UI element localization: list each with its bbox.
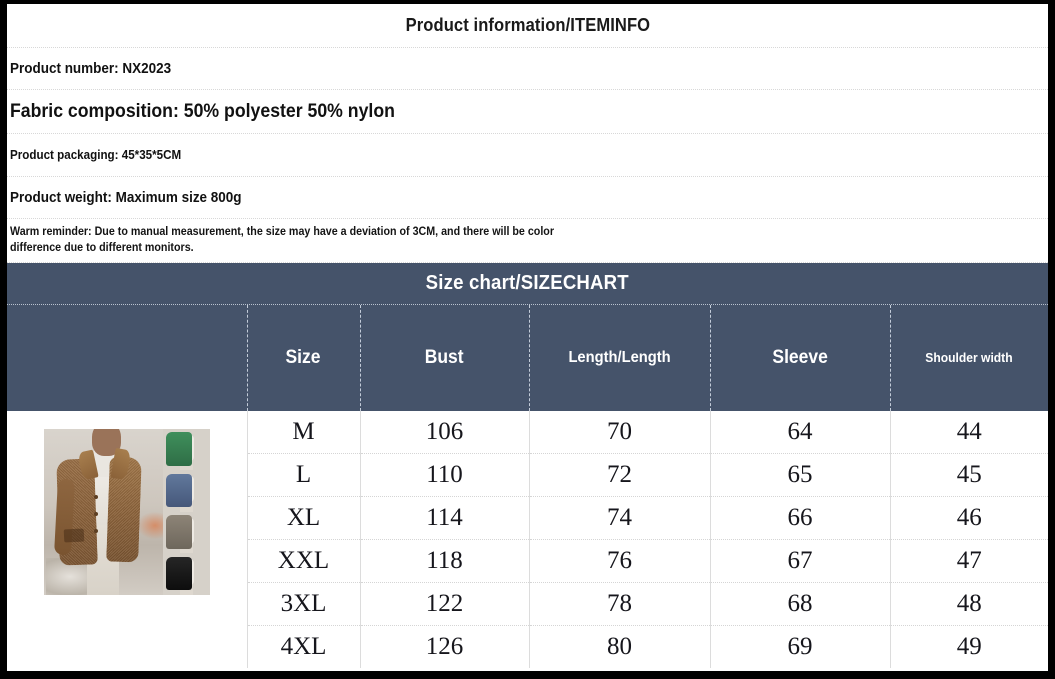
cell-size: 4XL — [247, 625, 361, 668]
cell-shoulder: 45 — [890, 453, 1048, 497]
photo-main-model — [44, 429, 164, 595]
cell-length: 72 — [529, 453, 711, 497]
model-jacket-button — [93, 528, 98, 533]
cell-sleeve: 68 — [710, 582, 891, 626]
color-variant-gray — [163, 512, 210, 554]
product-photo — [43, 429, 210, 595]
info-row-product-weight: Product weight: Maximum size 800g — [7, 177, 1048, 219]
photo-color-variant-strip — [163, 429, 210, 595]
variant-jacket — [166, 556, 193, 590]
cell-size: L — [247, 453, 361, 497]
cell-size: XXL — [247, 539, 361, 583]
warm-reminder-text: Warm reminder: Due to manual measurement… — [10, 226, 555, 254]
column-header-bust-label: Bust — [425, 347, 464, 368]
cell-bust: 114 — [360, 496, 530, 540]
color-variant-blue — [163, 470, 210, 512]
cell-shoulder: 47 — [890, 539, 1048, 583]
column-header-size-label: Size — [286, 347, 321, 368]
cell-shoulder: 46 — [890, 496, 1048, 540]
product-weight-text: Product weight: Maximum size 800g — [10, 189, 242, 206]
column-header-length: Length/Length — [529, 305, 711, 411]
column-header-size: Size — [247, 305, 361, 411]
cell-shoulder: 49 — [890, 625, 1048, 668]
model-jacket-left-sleeve — [53, 478, 75, 556]
cell-size: XL — [247, 496, 361, 540]
cell-sleeve: 69 — [710, 625, 891, 668]
cell-bust: 126 — [360, 625, 530, 668]
product-packaging-text: Product packaging: 45*35*5CM — [10, 148, 182, 162]
cell-shoulder: 44 — [890, 411, 1048, 454]
cell-sleeve: 65 — [710, 453, 891, 497]
product-info-page: Product information/ITEMINFO Product num… — [0, 0, 1055, 679]
variant-jacket — [166, 515, 193, 549]
info-row-fabric-composition: Fabric composition: 50% polyester 50% ny… — [7, 90, 1048, 134]
cell-bust: 122 — [360, 582, 530, 626]
cell-length: 74 — [529, 496, 711, 540]
column-header-bust: Bust — [360, 305, 530, 411]
column-header-sleeve: Sleeve — [710, 305, 891, 411]
product-information-title-row: Product information/ITEMINFO — [7, 4, 1048, 48]
size-chart-table: Size Bust Length/Length Sleeve Shoulder … — [7, 305, 1048, 668]
cell-sleeve: 66 — [710, 496, 891, 540]
model-jacket-button — [93, 512, 98, 516]
color-variant-green — [163, 429, 210, 471]
table-row: M 106 70 64 44 — [7, 411, 1048, 668]
info-row-product-number: Product number: NX2023 — [7, 48, 1048, 90]
column-header-shoulder-width-label: Shoulder width — [925, 350, 1013, 365]
cell-size: M — [247, 411, 361, 454]
page-title: Product information/ITEMINFO — [405, 15, 650, 35]
product-information-section: Product information/ITEMINFO Product num… — [7, 4, 1048, 263]
product-number-text: Product number: NX2023 — [10, 60, 172, 77]
size-chart-title: Size chart/SIZECHART — [425, 272, 630, 294]
size-chart-body: M 106 70 64 44 L 110 72 65 45 XL 114 74 … — [7, 411, 1048, 668]
cell-length: 70 — [529, 411, 711, 454]
cell-length: 80 — [529, 625, 711, 668]
cell-size: 3XL — [247, 582, 361, 626]
cell-sleeve: 64 — [710, 411, 891, 454]
column-header-shoulder-width: Shoulder width — [890, 305, 1048, 411]
product-image-cell — [7, 411, 248, 668]
model-jacket-pocket — [63, 528, 85, 543]
size-chart-header-row: Size Bust Length/Length Sleeve Shoulder … — [7, 305, 1048, 411]
cell-length: 78 — [529, 582, 711, 626]
color-variant-black — [163, 553, 210, 595]
cell-bust: 118 — [360, 539, 530, 583]
product-image-wrap — [7, 411, 247, 668]
column-header-sleeve-label: Sleeve — [772, 347, 828, 368]
variant-jacket — [166, 473, 193, 507]
cell-bust: 110 — [360, 453, 530, 497]
column-header-length-label: Length/Length — [568, 349, 671, 366]
cell-sleeve: 67 — [710, 539, 891, 583]
info-row-warm-reminder: Warm reminder: Due to manual measurement… — [7, 219, 1048, 263]
cell-bust: 106 — [360, 411, 530, 454]
size-chart-title-band: Size chart/SIZECHART — [7, 263, 1048, 305]
cell-shoulder: 48 — [890, 582, 1048, 626]
cell-length: 76 — [529, 539, 711, 583]
info-row-product-packaging: Product packaging: 45*35*5CM — [7, 134, 1048, 177]
variant-jacket — [166, 432, 193, 466]
column-header-image — [7, 305, 248, 411]
fabric-composition-text: Fabric composition: 50% polyester 50% ny… — [10, 100, 395, 122]
